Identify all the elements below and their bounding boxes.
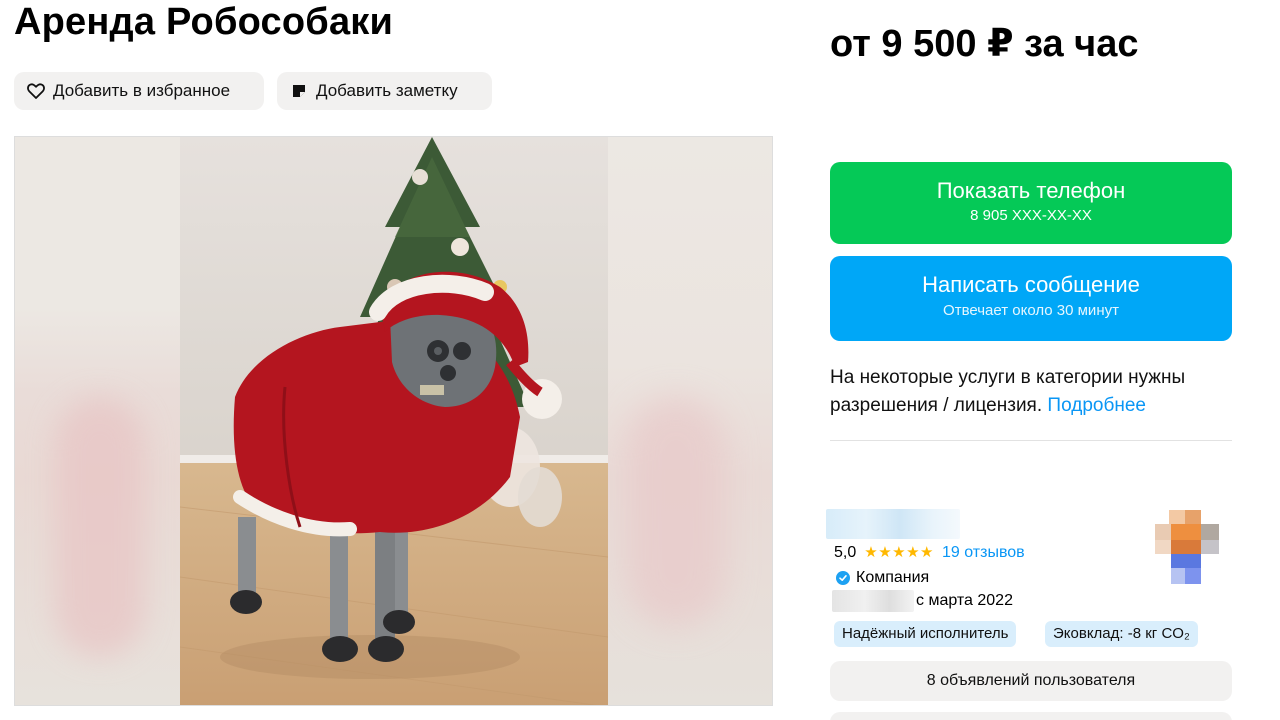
eco-badge[interactable]: Эковклад: -8 кг CO₂ xyxy=(1045,621,1198,647)
write-message-label: Написать сообщение xyxy=(922,272,1140,297)
reliable-badge[interactable]: Надёжный исполнитель xyxy=(834,621,1017,647)
response-time-text: Отвечает около 30 минут xyxy=(943,302,1119,319)
add-to-favorites-button[interactable]: Добавить в избранное xyxy=(14,72,264,110)
price: от 9 500 ₽ за час xyxy=(830,23,1139,65)
reviews-link[interactable]: 19 отзывов xyxy=(942,542,1025,564)
seller-since-label: с марта 2022 xyxy=(916,592,1013,609)
masked-phone-number: 8 905 XXX-XX-XX xyxy=(970,207,1092,224)
gallery-blur-left xyxy=(15,137,181,705)
add-to-favorites-label: Добавить в избранное xyxy=(53,81,231,100)
page-title: Аренда Робособаки xyxy=(14,1,394,43)
verified-check-icon xyxy=(836,571,850,585)
seller-type: Компания xyxy=(836,567,929,589)
robot-dog-photo[interactable] xyxy=(180,137,608,706)
blurred-text xyxy=(832,590,914,612)
seller-name-blurred[interactable] xyxy=(826,509,960,539)
seller-avatar[interactable] xyxy=(1155,510,1229,586)
more-info-link[interactable]: Подробнее xyxy=(1047,395,1146,416)
photo-gallery[interactable] xyxy=(14,136,773,706)
add-note-label: Добавить заметку xyxy=(316,81,458,100)
note-icon xyxy=(289,81,309,101)
heart-icon xyxy=(26,81,46,101)
write-message-button[interactable]: Написать сообщение Отвечает около 30 мин… xyxy=(830,256,1232,341)
seller-type-label: Компания xyxy=(856,569,930,586)
rating-stars-icon: ★★★★★ xyxy=(864,544,934,561)
show-phone-button[interactable]: Показать телефон 8 905 XXX-XX-XX xyxy=(830,162,1232,244)
rating-value: 5,0 xyxy=(834,544,857,561)
license-notice: На некоторые услуги в категории нужны ра… xyxy=(830,364,1240,420)
seller-rating: 5,0 ★★★★★ 19 отзывов xyxy=(834,542,1025,564)
next-button-partial[interactable] xyxy=(830,712,1232,720)
seller-since: с марта 2022 xyxy=(832,590,1013,612)
divider xyxy=(830,440,1232,441)
add-note-button[interactable]: Добавить заметку xyxy=(277,72,492,110)
show-phone-label: Показать телефон xyxy=(936,178,1126,203)
gallery-blur-right xyxy=(606,137,772,705)
user-listings-button[interactable]: 8 объявлений пользователя xyxy=(830,661,1232,701)
